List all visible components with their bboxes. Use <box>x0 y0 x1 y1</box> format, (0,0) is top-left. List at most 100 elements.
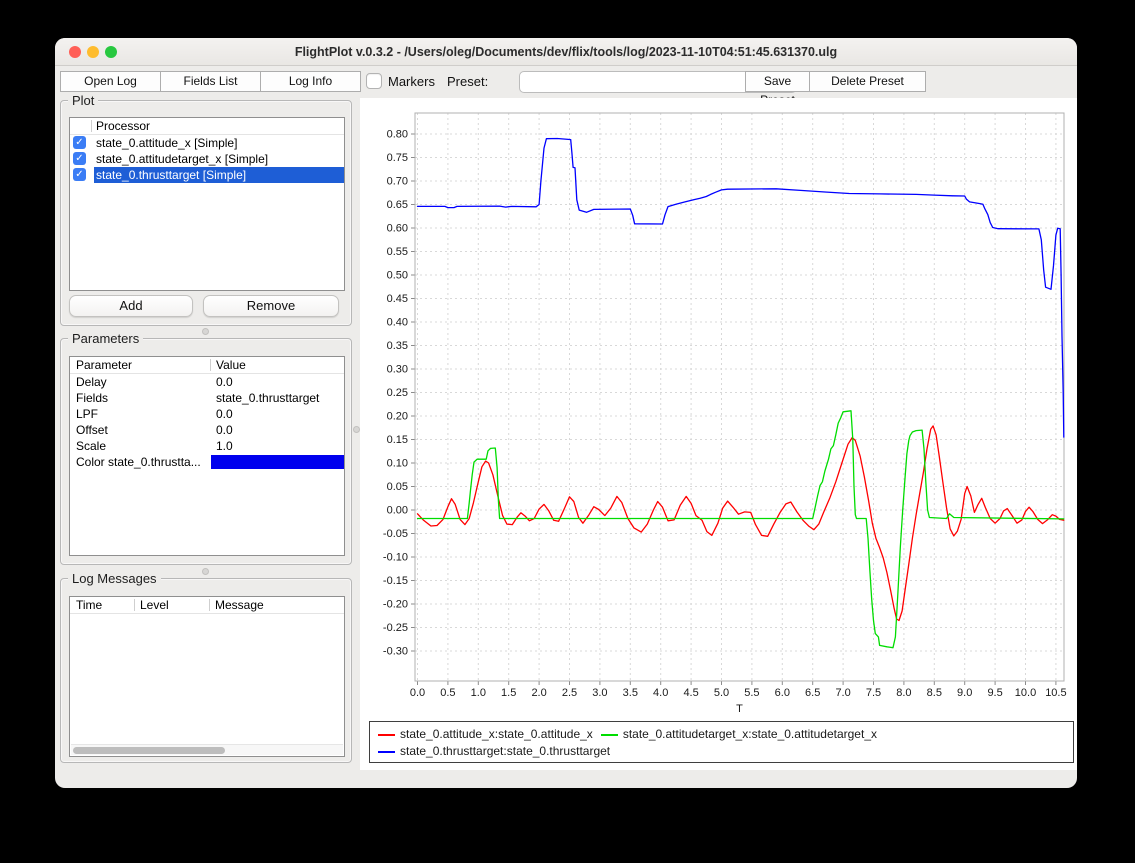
svg-text:1.5: 1.5 <box>501 687 516 699</box>
svg-text:-0.20: -0.20 <box>383 599 408 611</box>
horizontal-scrollbar[interactable] <box>71 744 343 755</box>
svg-text:-0.25: -0.25 <box>383 622 408 634</box>
legend-label: state_0.attitudetarget_x:state_0.attitud… <box>623 726 877 743</box>
svg-text:0.5: 0.5 <box>440 687 455 699</box>
preset-label: Preset: <box>447 74 488 89</box>
legend-line-sample <box>601 734 618 736</box>
svg-text:3.5: 3.5 <box>623 687 638 699</box>
table-row[interactable]: ✓ state_0.attitude_x [Simple] <box>70 135 344 151</box>
svg-text:5.5: 5.5 <box>744 687 759 699</box>
svg-text:0.30: 0.30 <box>387 364 408 376</box>
svg-text:9.5: 9.5 <box>987 687 1002 699</box>
plot-table-header: Processor <box>70 118 344 135</box>
svg-text:10.0: 10.0 <box>1015 687 1036 699</box>
color-swatch[interactable] <box>211 455 344 469</box>
svg-text:0.50: 0.50 <box>387 270 408 282</box>
svg-text:-0.10: -0.10 <box>383 552 408 564</box>
svg-text:6.0: 6.0 <box>775 687 790 699</box>
svg-text:0.45: 0.45 <box>387 293 408 305</box>
parameter-row[interactable]: Offset 0.0 <box>70 422 344 438</box>
svg-text:8.5: 8.5 <box>927 687 942 699</box>
minimize-button[interactable] <box>87 46 99 58</box>
parameter-column-header: Parameter <box>76 357 132 374</box>
legend-label: state_0.thrusttarget:state_0.thrusttarge… <box>400 743 610 760</box>
chart-panel: 0.800.750.700.650.600.550.500.450.400.35… <box>360 98 1077 770</box>
svg-text:-0.30: -0.30 <box>383 646 408 658</box>
svg-text:0.20: 0.20 <box>387 411 408 423</box>
splitter-handle[interactable] <box>202 328 209 335</box>
svg-text:T: T <box>736 703 743 715</box>
markers-label: Markers <box>388 74 435 89</box>
log-messages-panel: Log Messages Time Level Message <box>60 578 352 763</box>
svg-text:4.5: 4.5 <box>683 687 698 699</box>
svg-text:0.60: 0.60 <box>387 223 408 235</box>
svg-text:2.0: 2.0 <box>531 687 546 699</box>
svg-text:9.0: 9.0 <box>957 687 972 699</box>
svg-text:1.0: 1.0 <box>471 687 486 699</box>
splitter-handle[interactable] <box>353 426 360 433</box>
svg-text:0.15: 0.15 <box>387 434 408 446</box>
svg-text:3.0: 3.0 <box>592 687 607 699</box>
processor-column-header: Processor <box>96 118 150 135</box>
parameter-row[interactable]: Fields state_0.thrusttarget <box>70 390 344 406</box>
legend-label: state_0.attitude_x:state_0.attitude_x <box>400 726 593 743</box>
message-column-header: Message <box>215 597 264 614</box>
save-preset-button[interactable]: Save Preset <box>745 71 810 92</box>
window-title: FlightPlot v.0.3.2 - /Users/oleg/Documen… <box>135 38 997 66</box>
log-info-button[interactable]: Log Info <box>260 71 361 92</box>
svg-text:0.75: 0.75 <box>387 152 408 164</box>
svg-text:0.65: 0.65 <box>387 199 408 211</box>
svg-text:8.0: 8.0 <box>896 687 911 699</box>
svg-text:2.5: 2.5 <box>562 687 577 699</box>
legend-line-sample <box>378 751 395 753</box>
row-checkbox[interactable]: ✓ <box>73 152 86 165</box>
svg-text:6.5: 6.5 <box>805 687 820 699</box>
markers-checkbox[interactable] <box>366 73 382 89</box>
plot-panel: Plot Processor ✓ state_0.attitude_x [Sim… <box>60 100 352 326</box>
svg-text:0.25: 0.25 <box>387 387 408 399</box>
svg-text:-0.05: -0.05 <box>383 528 408 540</box>
svg-text:0.0: 0.0 <box>410 687 425 699</box>
svg-text:0.70: 0.70 <box>387 176 408 188</box>
row-checkbox[interactable]: ✓ <box>73 136 86 149</box>
svg-text:7.0: 7.0 <box>835 687 850 699</box>
add-button[interactable]: Add <box>69 295 193 317</box>
svg-text:10.5: 10.5 <box>1045 687 1066 699</box>
svg-text:0.10: 0.10 <box>387 458 408 470</box>
svg-text:7.5: 7.5 <box>866 687 881 699</box>
splitter-handle[interactable] <box>202 568 209 575</box>
parameter-row[interactable]: Delay 0.0 <box>70 374 344 390</box>
row-checkbox[interactable]: ✓ <box>73 168 86 181</box>
parameters-panel-title: Parameters <box>68 331 143 346</box>
svg-text:0.00: 0.00 <box>387 505 408 517</box>
parameters-table: Parameter Value Delay 0.0 Fields state_0… <box>69 356 345 556</box>
table-row-selected[interactable]: ✓ state_0.thrusttarget [Simple] <box>70 167 344 183</box>
level-column-header: Level <box>140 597 169 614</box>
chart-legend: state_0.attitude_x:state_0.attitude_x st… <box>369 721 1074 763</box>
remove-button[interactable]: Remove <box>203 295 339 317</box>
title-bar: FlightPlot v.0.3.2 - /Users/oleg/Documen… <box>55 38 1077 66</box>
table-row[interactable]: ✓ state_0.attitudetarget_x [Simple] <box>70 151 344 167</box>
svg-text:0.05: 0.05 <box>387 481 408 493</box>
zoom-button[interactable] <box>105 46 117 58</box>
legend-line-sample <box>378 734 395 736</box>
scrollbar-thumb[interactable] <box>73 747 225 754</box>
log-messages-table: Time Level Message <box>69 596 345 757</box>
parameter-row[interactable]: Scale 1.0 <box>70 438 344 454</box>
flight-chart[interactable]: 0.800.750.700.650.600.550.500.450.400.35… <box>360 98 1077 718</box>
plot-series-table: Processor ✓ state_0.attitude_x [Simple] … <box>69 117 345 291</box>
parameter-row[interactable]: LPF 0.0 <box>70 406 344 422</box>
log-table-header: Time Level Message <box>70 597 344 614</box>
close-button[interactable] <box>69 46 81 58</box>
svg-text:4.0: 4.0 <box>653 687 668 699</box>
value-column-header: Value <box>216 357 246 374</box>
svg-text:0.35: 0.35 <box>387 340 408 352</box>
delete-preset-button[interactable]: Delete Preset <box>809 71 926 92</box>
fields-list-button[interactable]: Fields List <box>160 71 261 92</box>
svg-text:0.80: 0.80 <box>387 129 408 141</box>
log-messages-panel-title: Log Messages <box>68 571 161 586</box>
parameter-row-color[interactable]: Color state_0.thrustta... <box>70 454 344 470</box>
open-log-button[interactable]: Open Log <box>60 71 161 92</box>
svg-text:0.40: 0.40 <box>387 317 408 329</box>
svg-text:5.0: 5.0 <box>714 687 729 699</box>
